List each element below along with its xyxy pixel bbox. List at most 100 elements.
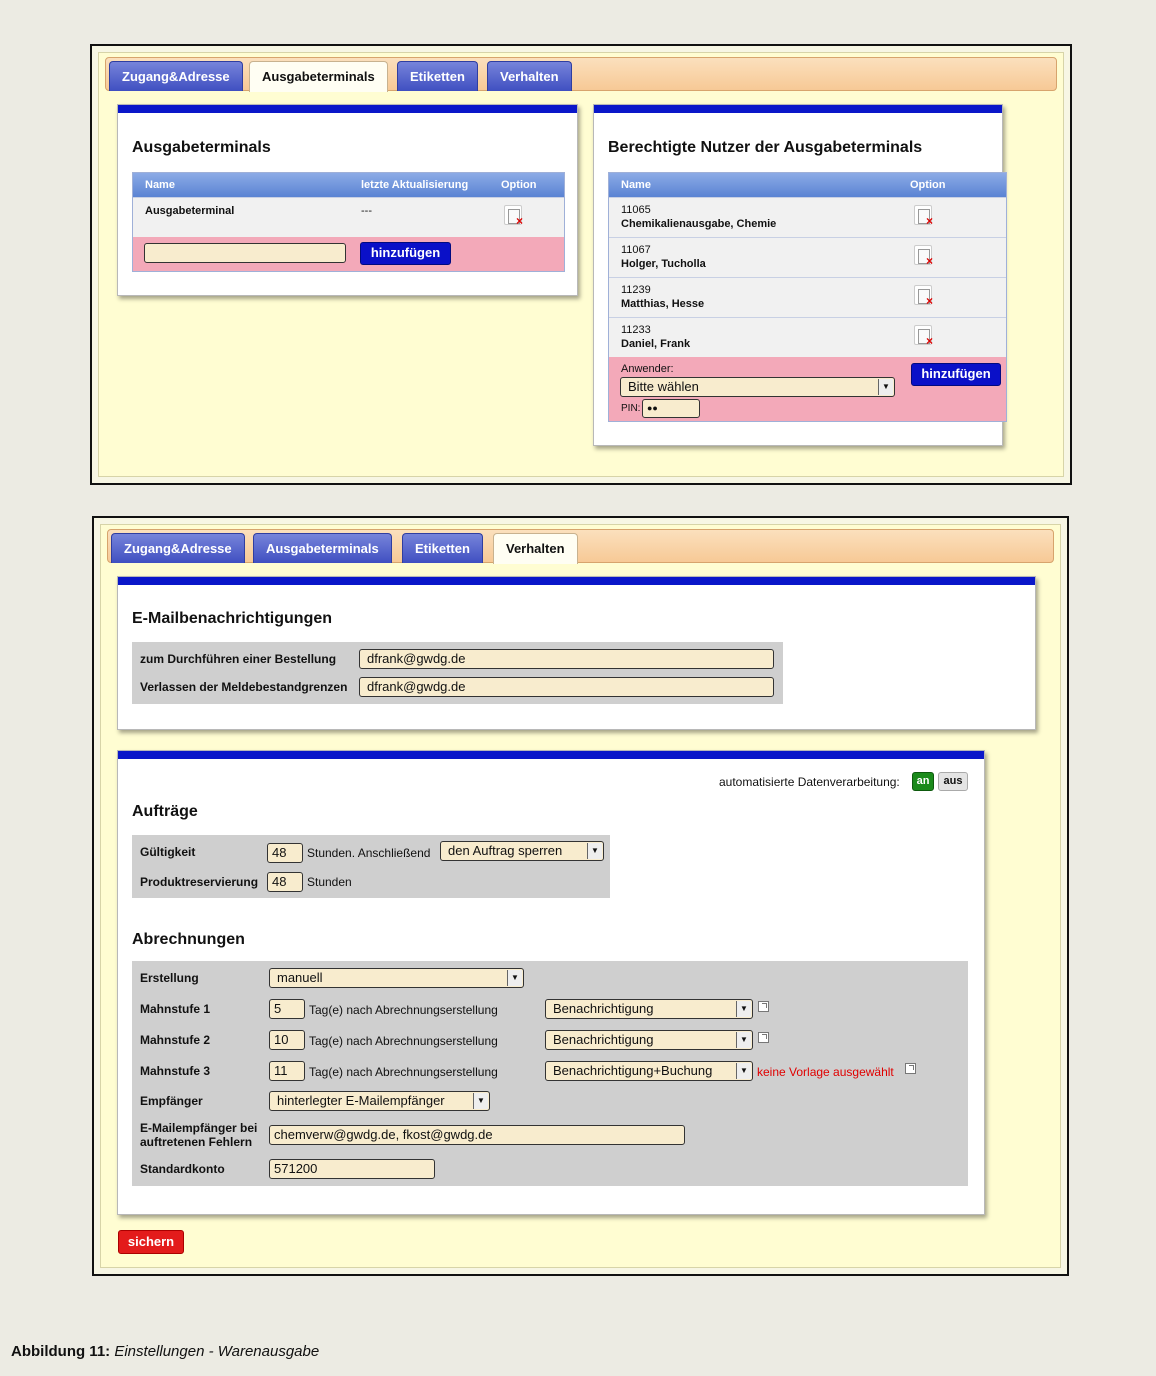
reminder-level-2-days[interactable]: 10 [269, 1030, 305, 1050]
add-user-button[interactable]: hinzufügen [911, 363, 1001, 386]
caption-prefix: Abbildung 11: [11, 1343, 111, 1360]
order-email-input[interactable]: dfrank@gwdg.de [359, 649, 774, 669]
delete-icon[interactable] [914, 285, 933, 308]
reservation-unit: Stunden [307, 875, 352, 889]
tab-etiketten[interactable]: Etiketten [402, 533, 483, 563]
tab-verhalten[interactable]: Verhalten [487, 61, 572, 91]
delete-icon[interactable] [914, 325, 933, 348]
table-row: Ausgabeterminal --- [133, 197, 564, 237]
validity-label: Gültigkeit [140, 845, 196, 859]
pin-label: PIN: [621, 403, 641, 414]
auto-processing-label: automatisierte Datenverarbeitung: [719, 775, 900, 789]
delete-icon[interactable] [504, 205, 523, 228]
reminder-level-1-label: Mahnstufe 1 [140, 1002, 211, 1016]
table-row: 11239 Matthias, Hesse [609, 277, 1006, 317]
reminder-level-2-action[interactable]: Benachrichtigung ▼ [545, 1030, 753, 1050]
table-row: 11065 Chemikalienausgabe, Chemie [609, 197, 1006, 237]
account-input[interactable]: 571200 [269, 1159, 435, 1179]
chevron-down-icon: ▼ [736, 1063, 751, 1079]
orders-billing-panel: automatisierte Datenverarbeitung: an aus… [117, 750, 985, 1215]
billing-title: Abrechnungen [132, 931, 245, 948]
figure-caption: Abbildung 11: Einstellungen - Warenausga… [11, 1343, 319, 1360]
column-last-update: letzte Aktualisierung [361, 179, 469, 191]
stock-email-input[interactable]: dfrank@gwdg.de [359, 677, 774, 697]
error-email-label-line2: auftretenen Fehlern [140, 1135, 253, 1149]
reminder-level-3-days[interactable]: 11 [269, 1061, 305, 1081]
panel-header-bar [118, 751, 984, 759]
tab-bar: Zugang&Adresse Ausgabeterminals Etikette… [105, 57, 1057, 92]
column-name: Name [621, 179, 651, 191]
terminals-title: Ausgabeterminals [132, 139, 271, 156]
reminder-level-3-label: Mahnstufe 3 [140, 1064, 211, 1078]
reminder-level-1-action-value: Benachrichtigung [553, 1001, 654, 1016]
caption-text: Einstellungen - Warenausgabe [114, 1343, 320, 1360]
validity-action-select[interactable]: den Auftrag sperren ▼ [440, 841, 604, 861]
tab-ausgabeterminals[interactable]: Ausgabeterminals [253, 533, 392, 563]
tab-etiketten[interactable]: Etiketten [397, 61, 478, 91]
table-row: 11233 Daniel, Frank [609, 317, 1006, 357]
user-select-value: Bitte wählen [628, 379, 699, 394]
validity-action-value: den Auftrag sperren [448, 843, 563, 858]
reminder-level-1-days[interactable]: 5 [269, 999, 305, 1019]
screenshot-verhalten: Zugang&Adresse Ausgabeterminals Etikette… [92, 516, 1069, 1276]
chevron-down-icon: ▼ [473, 1093, 488, 1109]
chevron-down-icon: ▼ [878, 379, 893, 395]
pin-input[interactable]: ●● [642, 399, 700, 418]
screenshot-ausgabeterminals: Zugang&Adresse Ausgabeterminals Etikette… [90, 44, 1072, 485]
recipient-label: Empfänger [140, 1094, 203, 1108]
terminals-panel: Ausgabeterminals Name letzte Aktualisier… [117, 104, 578, 296]
tab-verhalten[interactable]: Verhalten [493, 533, 578, 564]
order-email-label: zum Durchführen einer Bestellung [140, 652, 337, 666]
open-template-icon[interactable] [758, 1001, 769, 1012]
chevron-down-icon: ▼ [587, 843, 602, 859]
open-template-icon[interactable] [758, 1032, 769, 1043]
auto-on-button[interactable]: an [912, 772, 934, 791]
orders-title: Aufträge [132, 803, 198, 820]
terminal-updated: --- [361, 205, 372, 217]
user-name: Chemikalienausgabe, Chemie [621, 218, 777, 230]
orders-box: Gültigkeit 48 Stunden. Anschließend den … [132, 835, 610, 898]
reminder-level-2-text: Tag(e) nach Abrechnungserstellung [309, 1034, 498, 1048]
delete-icon[interactable] [914, 205, 933, 228]
chevron-down-icon: ▼ [736, 1001, 751, 1017]
creation-value: manuell [277, 970, 323, 985]
tab-ausgabeterminals[interactable]: Ausgabeterminals [249, 61, 388, 92]
user-select[interactable]: Bitte wählen ▼ [620, 377, 895, 397]
auto-off-button[interactable]: aus [938, 772, 968, 791]
user-name: Daniel, Frank [621, 338, 691, 350]
open-template-icon[interactable] [905, 1063, 916, 1074]
reminder-level-2-label: Mahnstufe 2 [140, 1033, 211, 1047]
add-terminal-button[interactable]: hinzufügen [360, 242, 451, 265]
error-email-label: E-Mailempfänger bei [140, 1121, 258, 1135]
error-email-input[interactable]: chemverw@gwdg.de, fkost@gwdg.de [269, 1125, 685, 1145]
column-option: Option [910, 179, 946, 191]
save-button[interactable]: sichern [118, 1230, 184, 1254]
column-option: Option [501, 179, 537, 191]
user-id: 11233 [621, 324, 651, 336]
user-id: 11067 [621, 244, 651, 256]
page-area: Zugang&Adresse Ausgabeterminals Etikette… [100, 524, 1061, 1268]
reminder-level-1-text: Tag(e) nach Abrechnungserstellung [309, 1003, 498, 1017]
table-header: Name letzte Aktualisierung Option [133, 173, 564, 197]
column-name: Name [145, 179, 175, 191]
delete-icon[interactable] [914, 245, 933, 268]
reminder-level-3-action-value: Benachrichtigung+Buchung [553, 1063, 713, 1078]
creation-label: Erstellung [140, 971, 199, 985]
user-id: 11065 [621, 204, 651, 216]
recipient-select[interactable]: hinterlegter E-Mailempfänger ▼ [269, 1091, 490, 1111]
user-id: 11239 [621, 284, 651, 296]
creation-select[interactable]: manuell ▼ [269, 968, 524, 988]
validity-input[interactable]: 48 [267, 843, 303, 863]
panel-header-bar [118, 105, 577, 113]
tab-zugang-adresse[interactable]: Zugang&Adresse [109, 61, 243, 91]
tab-zugang-adresse[interactable]: Zugang&Adresse [111, 533, 245, 563]
reminder-level-3-text: Tag(e) nach Abrechnungserstellung [309, 1065, 498, 1079]
reminder-level-1-action[interactable]: Benachrichtigung ▼ [545, 999, 753, 1019]
reservation-input[interactable]: 48 [267, 872, 303, 892]
reminder-level-3-action[interactable]: Benachrichtigung+Buchung ▼ [545, 1061, 753, 1081]
terminal-name-input[interactable] [144, 243, 346, 263]
panel-header-bar [594, 105, 1002, 113]
terminal-name: Ausgabeterminal [145, 205, 235, 217]
page-area: Zugang&Adresse Ausgabeterminals Etikette… [98, 52, 1064, 477]
user-label: Anwender: [621, 363, 674, 375]
